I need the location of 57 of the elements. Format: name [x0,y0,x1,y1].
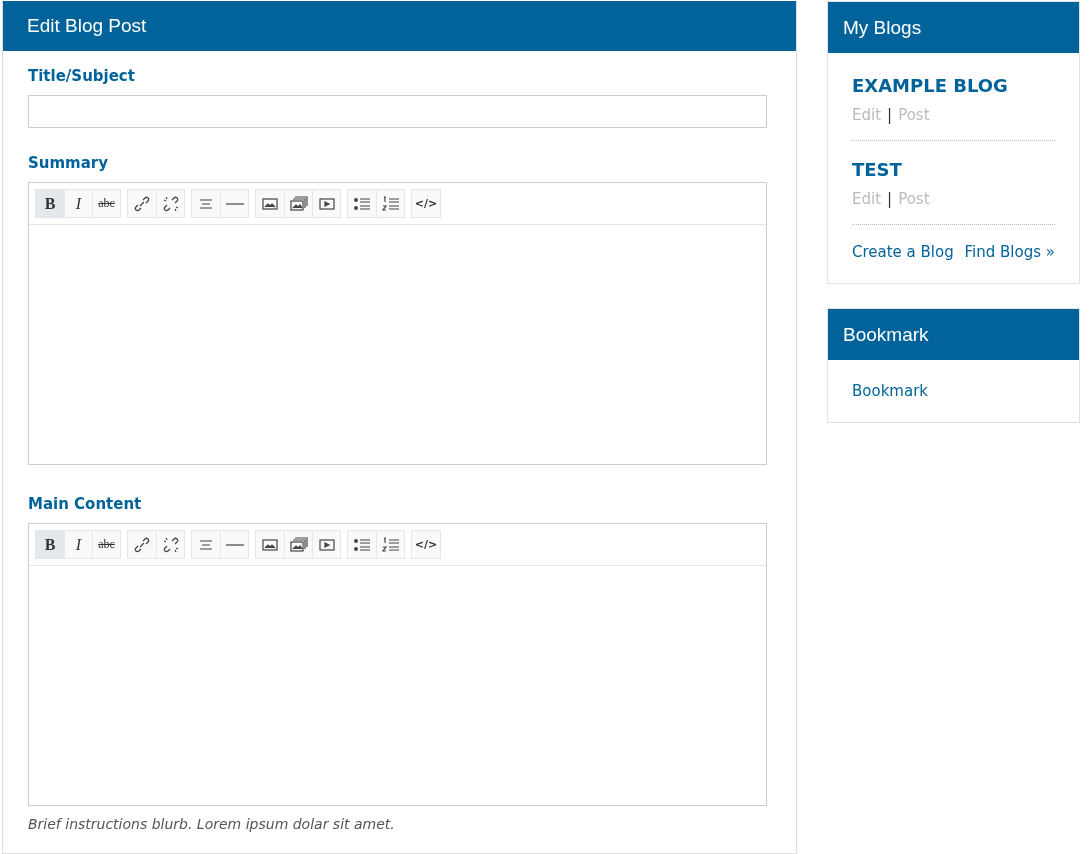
separator: | [887,106,893,124]
gallery-icon [289,195,308,212]
card-title: My Blogs [828,2,1079,53]
bullets-button[interactable] [348,531,376,558]
sidebar-link[interactable]: Find Blogs » [964,243,1055,261]
code-button[interactable]: </> [412,190,440,217]
bold-button[interactable]: B [36,531,64,558]
horizontal-line-icon [225,202,244,205]
blog-name: EXAMPLE BLOG [852,75,1009,96]
numbers-button[interactable] [376,190,404,217]
link-icon [133,536,151,553]
bulleted-list-icon [353,195,371,212]
video-icon [317,536,336,553]
help-text: Brief instructions blurb. Lorem ipsum dolar sit amet. [28,816,396,832]
unlink-button[interactable] [156,190,184,217]
link-button[interactable] [128,531,156,558]
strikethrough-button[interactable]: abc [92,531,120,558]
link-button[interactable] [128,190,156,217]
bulleted-list-icon [353,536,371,553]
field-label: Main Content [28,495,142,513]
code-button[interactable]: </> [412,531,440,558]
rich-text-editor[interactable]: B I abc </> [28,523,767,806]
numbered-list-icon [381,536,400,553]
video-button[interactable] [312,190,340,217]
rich-text-editor[interactable]: B I abc </> [28,182,767,465]
italic-button[interactable]: I [64,190,92,217]
title-input[interactable] [28,95,767,128]
panel-title: Edit Blog Post [3,1,796,51]
gallery-button[interactable] [284,531,312,558]
strikethrough-button[interactable]: abc [92,190,120,217]
field-label: Title/Subject [28,67,135,85]
image-icon [261,536,279,553]
sidebar-link[interactable]: Create a Blog [852,243,954,261]
bullets-button[interactable] [348,190,376,217]
link-icon [133,195,151,212]
bookmark-link[interactable]: Bookmark [852,382,1055,400]
unlink-icon [161,195,180,212]
image-icon [261,195,279,212]
numbers-button[interactable] [376,531,404,558]
numbered-list-icon [381,195,400,212]
unlink-button[interactable] [156,531,184,558]
image-button[interactable] [256,190,284,217]
unlink-icon [161,536,180,553]
rule-button[interactable] [220,190,248,217]
card-title: Bookmark [828,309,1079,360]
video-icon [317,195,336,212]
italic-button[interactable]: I [64,531,92,558]
field-label: Summary [28,154,109,172]
horizontal-line-icon [225,543,244,546]
video-button[interactable] [312,531,340,558]
bold-button[interactable]: B [36,190,64,217]
gallery-button[interactable] [284,190,312,217]
blog-name: TEST [852,159,903,180]
rule-button[interactable] [220,531,248,558]
separator: | [887,190,893,208]
gallery-icon [289,536,308,553]
image-button[interactable] [256,531,284,558]
